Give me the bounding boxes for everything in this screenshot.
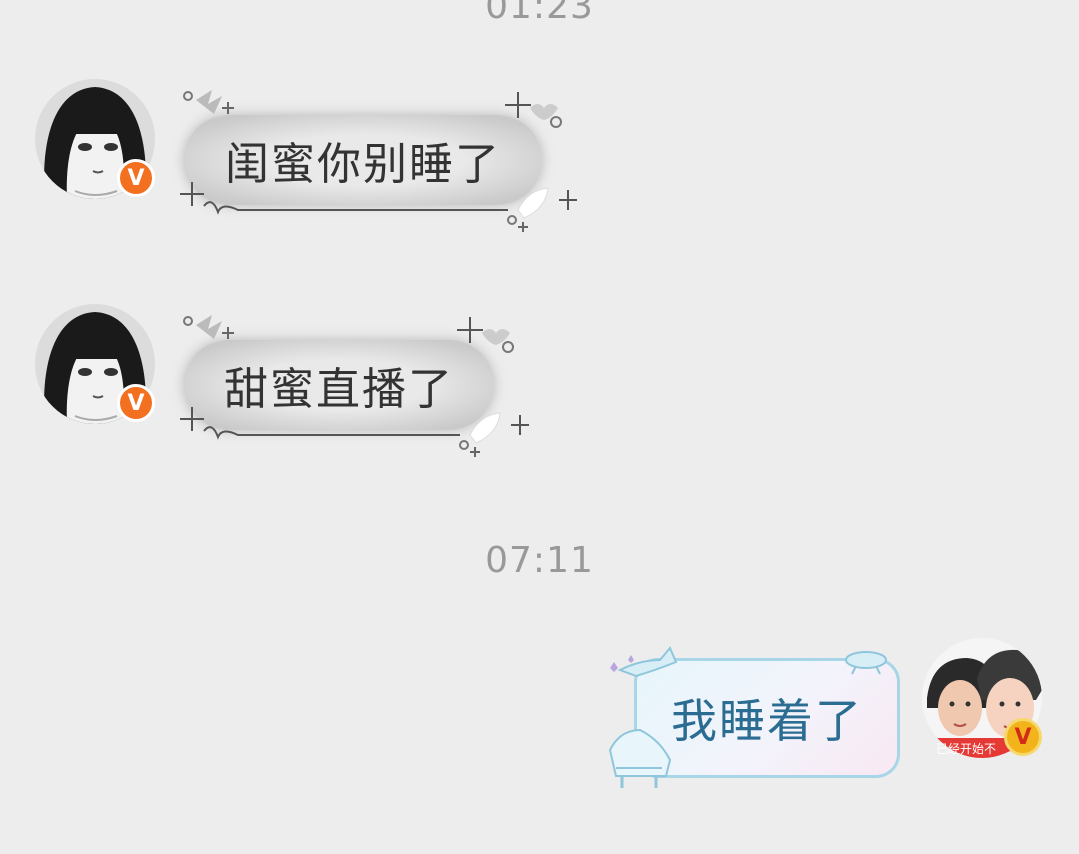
contact-avatar[interactable]: V — [35, 304, 155, 424]
avatar-caption: 已经开始不 — [936, 742, 997, 756]
verified-badge-icon: V — [1004, 718, 1042, 756]
message-bubble[interactable]: 甜蜜直播了 — [184, 340, 494, 430]
verified-badge-icon: V — [117, 159, 155, 197]
message-text: 我睡着了 — [671, 694, 863, 748]
self-avatar[interactable]: 已经开始不 V — [922, 638, 1042, 758]
message-text: 闺蜜你别睡了 — [225, 139, 501, 190]
message-bubble[interactable]: 我睡着了 — [634, 658, 900, 778]
timestamp: 07:11 — [485, 540, 594, 581]
message-bubble[interactable]: 闺蜜你别睡了 — [184, 115, 542, 205]
timestamp: 01:23 — [485, 0, 594, 27]
message-text: 甜蜜直播了 — [224, 364, 454, 415]
verified-badge-icon: V — [117, 384, 155, 422]
contact-avatar[interactable]: V — [35, 79, 155, 199]
